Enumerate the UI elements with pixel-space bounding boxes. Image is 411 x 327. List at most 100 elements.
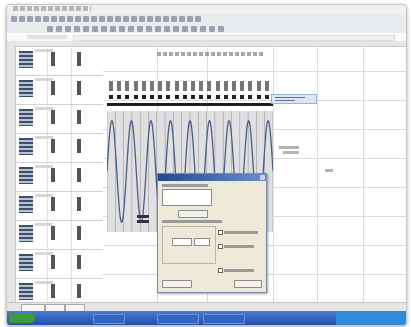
column-marker (256, 95, 261, 99)
close-icon[interactable] (260, 175, 265, 180)
taskbar-item[interactable] (157, 314, 199, 324)
cell-value (19, 138, 33, 155)
cell-value (51, 168, 55, 182)
toolbar-icon[interactable] (119, 26, 125, 32)
cell-value (77, 110, 81, 124)
cell-value (77, 197, 81, 211)
toolbar-icon[interactable] (179, 16, 185, 22)
dialog-title-bar[interactable] (158, 174, 266, 181)
dialog-button[interactable] (178, 210, 208, 218)
toolbar-icon[interactable] (187, 16, 193, 22)
toolbar-icon[interactable] (182, 26, 188, 32)
column-marker (248, 95, 253, 99)
toolbar-icon[interactable] (164, 26, 170, 32)
toolbar-icon[interactable] (200, 26, 206, 32)
toolbar-icon[interactable] (110, 26, 116, 32)
toolbar-icon[interactable] (163, 16, 169, 22)
toolbar-icon[interactable] (75, 16, 81, 22)
dialog-button[interactable] (234, 280, 262, 288)
column-label (199, 81, 204, 91)
cell-value (77, 284, 81, 298)
table-row[interactable] (15, 249, 103, 279)
dialog-box[interactable] (157, 173, 267, 293)
highlighted-cell-text (275, 97, 305, 98)
toolbar-icon[interactable] (139, 16, 145, 22)
table-row[interactable] (15, 75, 103, 105)
toolbar-icon[interactable] (146, 26, 152, 32)
cell-text (325, 169, 333, 172)
toolbar-icon[interactable] (59, 16, 65, 22)
title-bar (7, 5, 406, 14)
toolbar-icon[interactable] (173, 26, 179, 32)
taskbar-item[interactable] (203, 314, 245, 324)
toolbar-icon[interactable] (67, 16, 73, 22)
toolbar-icon[interactable] (11, 16, 17, 22)
toolbar-icon[interactable] (171, 16, 177, 22)
toolbar-icon[interactable] (107, 16, 113, 22)
column-label (166, 81, 171, 91)
toolbar-icon[interactable] (56, 26, 62, 32)
grid-line (363, 46, 364, 302)
toolbar-icon[interactable] (155, 26, 161, 32)
table-row[interactable] (15, 133, 103, 163)
dialog-checkbox[interactable] (218, 268, 223, 273)
column-label (248, 81, 253, 91)
toolbar-icon[interactable] (131, 16, 137, 22)
table-row[interactable] (15, 191, 103, 221)
toolbar-icon[interactable] (47, 26, 53, 32)
toolbar-icon[interactable] (83, 16, 89, 22)
column-label (207, 81, 212, 91)
column-label (223, 81, 228, 91)
toolbar-icon[interactable] (91, 16, 97, 22)
table-row[interactable] (15, 104, 103, 134)
toolbar-icon[interactable] (123, 16, 129, 22)
toolbar-icon[interactable] (74, 26, 80, 32)
toolbar-icon[interactable] (147, 16, 153, 22)
toolbar-icon[interactable] (195, 16, 201, 22)
start-icon[interactable] (9, 313, 35, 323)
toolbar-icon[interactable] (27, 16, 33, 22)
dialog-input[interactable] (162, 189, 212, 206)
name-box[interactable] (27, 35, 67, 39)
toolbar-icon[interactable] (65, 26, 71, 32)
toolbar-icon[interactable] (209, 26, 215, 32)
toolbar-icon[interactable] (35, 16, 41, 22)
cell-text (35, 78, 53, 81)
column-label (141, 81, 146, 91)
column-marker (215, 95, 220, 99)
toolbar-icon[interactable] (51, 16, 57, 22)
toolbar-icon[interactable] (101, 26, 107, 32)
toolbar-icon[interactable] (218, 26, 224, 32)
cell-value (51, 52, 55, 66)
toolbar-icon[interactable] (19, 16, 25, 22)
column-marker (264, 95, 269, 99)
toolbar-icon[interactable] (92, 26, 98, 32)
dialog-checkbox[interactable] (218, 230, 223, 235)
dialog-field[interactable] (194, 238, 210, 246)
toolbar-icon[interactable] (191, 26, 197, 32)
dialog-checkbox[interactable] (218, 244, 223, 249)
cell-value (51, 284, 55, 298)
cell-value (51, 255, 55, 269)
toolbar-icon[interactable] (83, 26, 89, 32)
dialog-button[interactable] (162, 280, 192, 288)
cell-text (35, 49, 53, 52)
toolbar-icon[interactable] (43, 16, 49, 22)
column-label (150, 81, 154, 91)
column-marker (191, 95, 195, 99)
toolbar-icon[interactable] (115, 16, 121, 22)
toolbar-icon[interactable] (137, 26, 143, 32)
window-title (13, 6, 91, 11)
column-label (158, 81, 163, 91)
table-row[interactable] (15, 220, 103, 250)
cell-value (77, 81, 81, 95)
toolbar-icon[interactable] (155, 16, 161, 22)
column-marker (150, 95, 154, 99)
toolbar-icon[interactable] (128, 26, 134, 32)
dialog-field[interactable] (172, 238, 192, 246)
toolbar-icon[interactable] (99, 16, 105, 22)
highlighted-cell[interactable] (271, 94, 317, 104)
table-row[interactable] (15, 162, 103, 192)
taskbar-item[interactable] (93, 314, 125, 324)
table-row[interactable] (15, 46, 103, 76)
